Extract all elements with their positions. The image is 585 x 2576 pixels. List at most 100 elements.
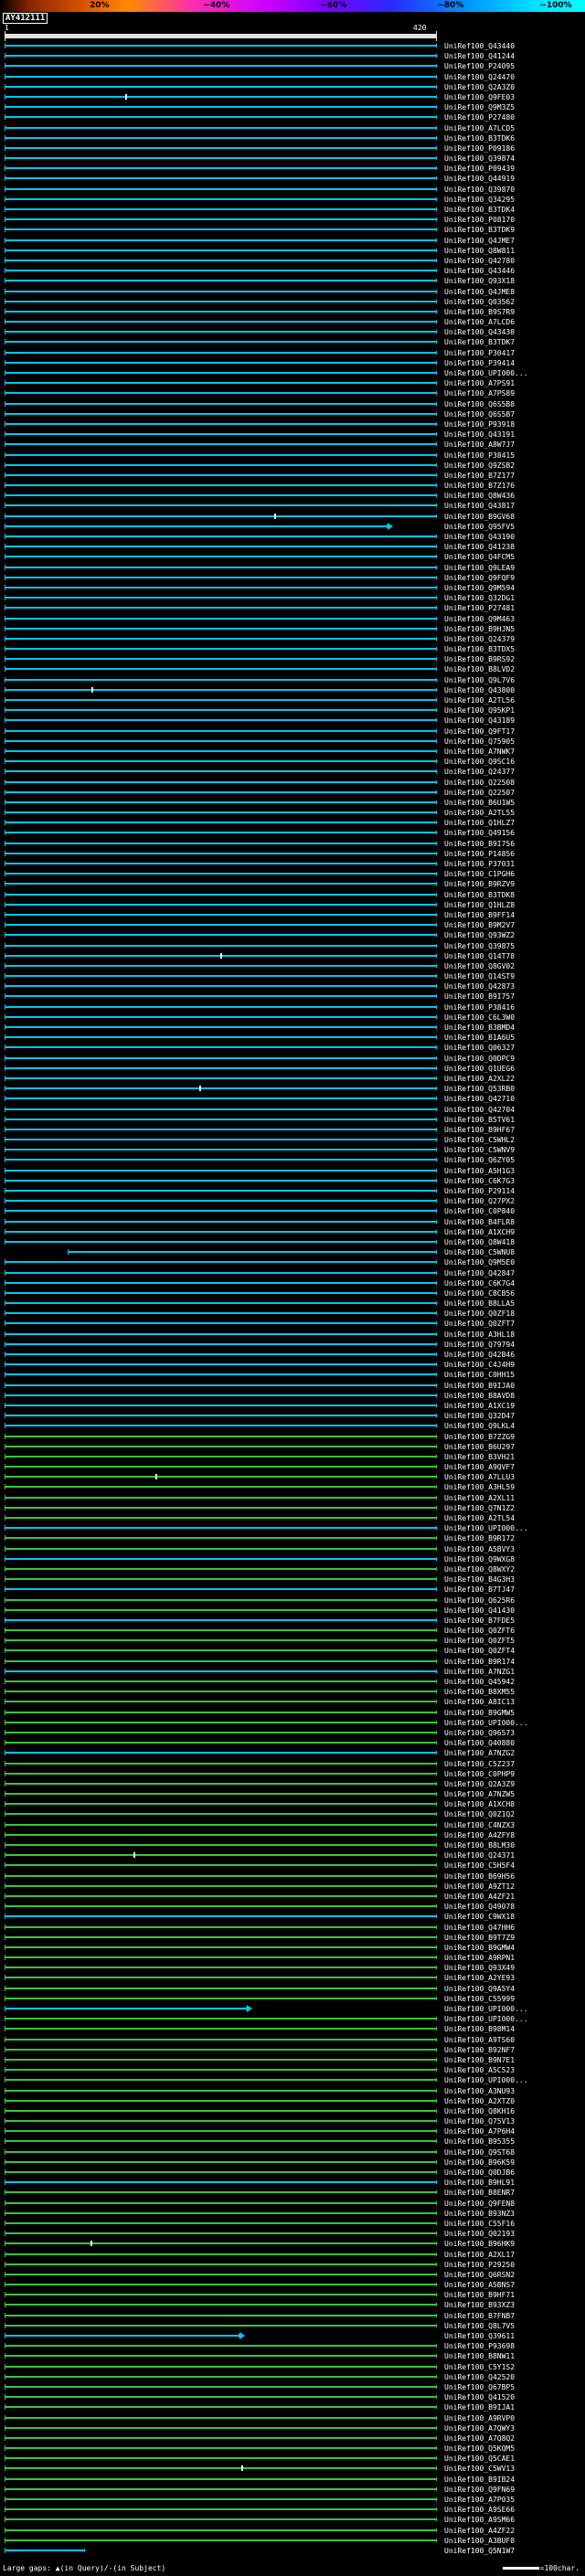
hit-label[interactable]: UniRef100_Q45942 — [444, 1678, 515, 1687]
hit-bar[interactable] — [5, 1330, 437, 1337]
hit-row[interactable]: UniRef100_A7P035 — [0, 2495, 585, 2505]
hit-label[interactable]: UniRef100_Q39870 — [444, 186, 515, 195]
hit-row[interactable]: UniRef100_Q9WXG8 — [0, 1554, 585, 1564]
hit-label[interactable]: UniRef100_B3VH21 — [444, 1453, 515, 1462]
hit-label[interactable]: UniRef100_Q42710 — [444, 1095, 515, 1104]
hit-label[interactable]: UniRef100_Q5N1W7 — [444, 2547, 515, 2556]
hit-bar[interactable] — [5, 983, 437, 990]
hit-label[interactable]: UniRef100_Q9M5E0 — [444, 1258, 515, 1267]
hit-bar[interactable] — [5, 451, 437, 458]
hit-bar[interactable] — [5, 881, 437, 887]
hit-label[interactable]: UniRef100_C0P840 — [444, 1207, 515, 1216]
hit-bar[interactable] — [5, 461, 437, 468]
hit-bar[interactable] — [5, 911, 437, 917]
hit-label[interactable]: UniRef100_B1A6U5 — [444, 1034, 515, 1043]
hit-label[interactable]: UniRef100_B96K59 — [444, 2158, 515, 2168]
hit-label[interactable]: UniRef100_B4FLR8 — [444, 1218, 515, 1227]
hit-row[interactable]: UniRef100_A7NZW5 — [0, 1789, 585, 1799]
hit-bar[interactable] — [5, 1515, 437, 1521]
hit-row[interactable]: UniRef100_B7ZZG9 — [0, 1432, 585, 1442]
hit-bar[interactable] — [5, 973, 437, 980]
hit-label[interactable]: UniRef100_B7FDE5 — [444, 1617, 515, 1626]
hit-row[interactable]: UniRef100_UPI000... — [0, 1523, 585, 1533]
hit-row[interactable]: UniRef100_Q0ZFT4 — [0, 1646, 585, 1656]
hit-bar[interactable] — [5, 1464, 437, 1470]
hit-bar[interactable] — [5, 1975, 437, 1981]
hit-bar[interactable] — [5, 2353, 437, 2359]
hit-label[interactable]: UniRef100_Q75905 — [444, 737, 515, 747]
hit-label[interactable]: UniRef100_B9HL91 — [444, 2178, 515, 2188]
hit-bar[interactable] — [5, 400, 437, 407]
hit-label[interactable]: UniRef100_A9TS60 — [444, 2036, 515, 2045]
hit-row[interactable]: UniRef100_Q06327 — [0, 1043, 585, 1053]
hit-row[interactable]: UniRef100_B9HJN5 — [0, 624, 585, 634]
hit-label[interactable]: UniRef100_C5WNU8 — [444, 1248, 515, 1257]
hit-bar[interactable] — [5, 1689, 437, 1695]
hit-row[interactable]: UniRef100_C8CB56 — [0, 1288, 585, 1299]
hit-row[interactable]: UniRef100_Q75905 — [0, 737, 585, 747]
hit-label[interactable]: UniRef100_A9RVP0 — [444, 2414, 515, 2423]
hit-bar[interactable] — [5, 2363, 437, 2369]
hit-bar[interactable] — [5, 503, 437, 509]
hit-row[interactable]: UniRef100_P93698 — [0, 2341, 585, 2351]
hit-bar[interactable] — [5, 758, 437, 765]
hit-row[interactable]: UniRef100_Q4JME7 — [0, 236, 585, 246]
hit-label[interactable]: UniRef100_B69H56 — [444, 1872, 515, 1882]
hit-label[interactable]: UniRef100_B7ZZG9 — [444, 1433, 515, 1442]
hit-bar[interactable] — [5, 2261, 437, 2267]
hit-row[interactable]: UniRef100_A5H1G3 — [0, 1166, 585, 1176]
hit-label[interactable]: UniRef100_A5C523 — [444, 2066, 515, 2075]
hit-bar[interactable] — [5, 329, 437, 335]
hit-row[interactable]: UniRef100_Q5N1W7 — [0, 2546, 585, 2556]
hit-bar[interactable] — [5, 1740, 437, 1746]
hit-row[interactable]: UniRef100_Q42847 — [0, 1268, 585, 1278]
hit-row[interactable]: UniRef100_A1XCH8 — [0, 1799, 585, 1809]
hit-row[interactable]: UniRef100_A9RPN1 — [0, 1953, 585, 1963]
hit-label[interactable]: UniRef100_Q4JME7 — [444, 237, 515, 246]
hit-row[interactable]: UniRef100_C5H5F4 — [0, 1860, 585, 1871]
hit-bar[interactable] — [5, 1352, 437, 1357]
hit-bar[interactable] — [5, 2231, 437, 2237]
hit-label[interactable]: UniRef100_P27481 — [444, 604, 515, 613]
hit-label[interactable]: UniRef100_P09439 — [444, 164, 515, 174]
hit-bar[interactable] — [5, 2302, 437, 2308]
hit-row[interactable]: UniRef100_P08170 — [0, 215, 585, 225]
hit-bar[interactable] — [5, 1668, 437, 1674]
hit-bar[interactable] — [5, 186, 437, 192]
hit-label[interactable]: UniRef100_B3TDK4 — [444, 206, 515, 215]
hit-label[interactable]: UniRef100_Q93X49 — [444, 1964, 515, 1973]
hit-bar[interactable] — [5, 993, 437, 1000]
hit-bar[interactable] — [5, 124, 437, 131]
hit-row[interactable]: UniRef100_Q8W811 — [0, 246, 585, 256]
hit-bar[interactable] — [5, 1238, 437, 1245]
hit-row[interactable]: UniRef100_Q42704 — [0, 1105, 585, 1115]
hit-row[interactable]: UniRef100_Q43446 — [0, 266, 585, 276]
hit-bar[interactable] — [5, 1658, 437, 1664]
hit-bar[interactable] — [5, 1729, 437, 1735]
hit-row[interactable]: UniRef100_Q9FQF9 — [0, 573, 585, 583]
hit-row[interactable]: UniRef100_A3HL59 — [0, 1482, 585, 1492]
hit-row[interactable]: UniRef100_Q9LKL4 — [0, 1421, 585, 1431]
hit-row[interactable]: UniRef100_B8AVD8 — [0, 1391, 585, 1401]
hit-row[interactable]: UniRef100_Q03562 — [0, 297, 585, 307]
hit-label[interactable]: UniRef100_Q2A3Z0 — [444, 83, 515, 92]
hit-row[interactable]: UniRef100_A7QWY3 — [0, 2423, 585, 2433]
hit-bar[interactable] — [5, 1955, 437, 1961]
hit-label[interactable]: UniRef100_Q96573 — [444, 1729, 515, 1738]
hit-label[interactable]: UniRef100_Q43440 — [444, 42, 515, 51]
hit-label[interactable]: UniRef100_P14856 — [444, 850, 515, 859]
hit-row[interactable]: UniRef100_Q8GV02 — [0, 961, 585, 971]
hit-row[interactable]: UniRef100_B3TDK4 — [0, 205, 585, 215]
hit-row[interactable]: UniRef100_B93XZ3 — [0, 2300, 585, 2310]
hit-label[interactable]: UniRef100_A9SE66 — [444, 2506, 515, 2515]
hit-label[interactable]: UniRef100_C5Y1S2 — [444, 2363, 515, 2372]
hit-row[interactable]: UniRef100_Q43800 — [0, 685, 585, 695]
hit-bar[interactable] — [5, 2189, 437, 2196]
hit-label[interactable]: UniRef100_A7LCD5 — [444, 124, 515, 133]
hit-row[interactable]: UniRef100_B4G3H3 — [0, 1574, 585, 1585]
hit-row[interactable]: UniRef100_Q625R6 — [0, 1595, 585, 1606]
hit-row[interactable]: UniRef100_Q67BP5 — [0, 2382, 585, 2392]
hit-label[interactable]: UniRef100_B93NZ3 — [444, 2210, 515, 2219]
hit-row[interactable]: UniRef100_Q45942 — [0, 1677, 585, 1687]
hit-row[interactable]: UniRef100_Q93X49 — [0, 1963, 585, 1973]
